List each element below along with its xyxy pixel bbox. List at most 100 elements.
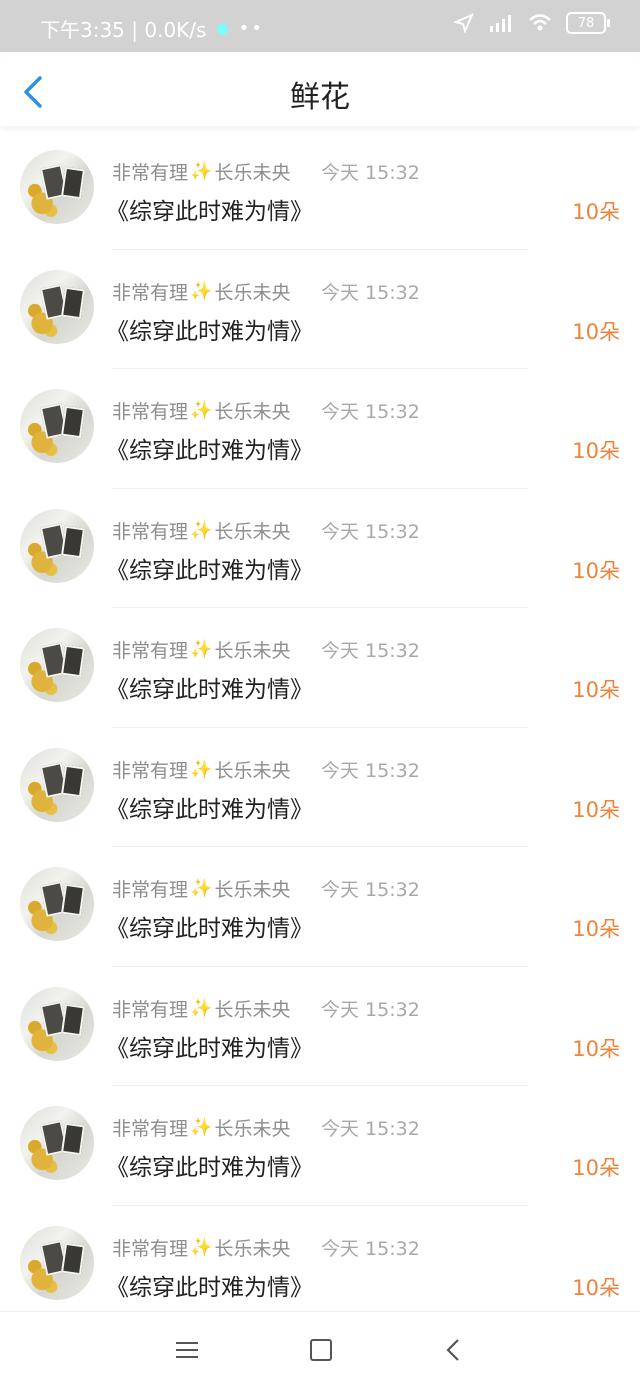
flower-count: 10朵 xyxy=(572,439,620,463)
list-item[interactable]: 非常有理 ✨ 长乐未央 今天 15:32 《综穿此时难为情》 10朵 xyxy=(0,728,640,847)
sender-name-part1: 非常有理 xyxy=(112,1237,189,1260)
sender-name: 非常有理 ✨ 长乐未央 xyxy=(112,397,290,424)
home-icon[interactable] xyxy=(310,1339,332,1361)
sender-name: 非常有理 ✨ 长乐未央 xyxy=(112,756,290,783)
list-item[interactable]: 非常有理 ✨ 长乐未央 今天 15:32 《综穿此时难为情》 10朵 xyxy=(0,250,640,369)
sender-name-part1: 非常有理 xyxy=(112,998,189,1021)
book-title: 《综穿此时难为情》 xyxy=(106,916,313,942)
status-dots: •• xyxy=(238,18,264,39)
sparkle-icon: ✨ xyxy=(190,280,213,302)
list-item[interactable]: 非常有理 ✨ 长乐未央 今天 15:32 《综穿此时难为情》 10朵 xyxy=(0,967,640,1086)
wifi-icon xyxy=(529,14,551,31)
sparkle-icon: ✨ xyxy=(190,758,213,780)
status-bar: 下午3:35 | 0.0K/s ● •• 78 xyxy=(0,0,640,52)
flower-count: 10朵 xyxy=(572,558,620,583)
status-time-speed: 下午3:35 | 0.0K/s xyxy=(40,18,207,42)
location-icon xyxy=(454,13,474,33)
nav-back-icon[interactable] xyxy=(446,1338,460,1362)
timestamp: 今天 15:32 xyxy=(321,879,420,901)
flower-count: 10朵 xyxy=(572,678,620,702)
menu-icon[interactable] xyxy=(176,1341,198,1359)
book-title: 《综穿此时难为情》 xyxy=(106,1155,313,1181)
sparkle-icon: ✨ xyxy=(190,639,213,660)
avatar[interactable] xyxy=(20,269,94,344)
sparkle-icon: ✨ xyxy=(190,878,213,899)
sender-name-part1: 非常有理 xyxy=(112,520,189,543)
book-title: 《综穿此时难为情》 xyxy=(106,318,313,345)
book-title: 《综穿此时难为情》 xyxy=(106,1035,313,1062)
list-item[interactable]: 非常有理 ✨ 长乐未央 今天 15:32 《综穿此时难为情》 10朵 xyxy=(0,608,640,728)
avatar[interactable] xyxy=(20,389,94,463)
timestamp: 今天 15:32 xyxy=(321,640,420,662)
header-bar: 鲜花 xyxy=(0,52,640,126)
avatar[interactable] xyxy=(20,1106,94,1180)
sender-name-part1: 非常有理 xyxy=(112,281,189,304)
sender-name: 非常有理 ✨ 长乐未央 xyxy=(112,1114,290,1141)
flower-count: 10朵 xyxy=(572,917,620,941)
sender-name: 非常有理 ✨ 长乐未央 xyxy=(112,278,290,305)
timestamp: 今天 15:32 xyxy=(321,520,420,543)
system-nav-bar xyxy=(0,1311,640,1388)
sparkle-icon: ✨ xyxy=(190,519,213,541)
book-title: 《综穿此时难为情》 xyxy=(106,1274,313,1301)
sender-name-part1: 非常有理 xyxy=(112,1118,189,1140)
sender-name: 非常有理 ✨ 长乐未央 xyxy=(112,158,290,185)
flower-count: 10朵 xyxy=(572,1036,620,1061)
sparkle-icon: ✨ xyxy=(190,1236,213,1258)
timestamp: 今天 15:32 xyxy=(321,1237,420,1260)
avatar[interactable] xyxy=(20,508,94,583)
sender-name: 非常有理 ✨ 长乐未央 xyxy=(112,636,290,663)
avatar[interactable] xyxy=(20,150,94,224)
flower-count: 10朵 xyxy=(572,1275,620,1300)
timestamp: 今天 15:32 xyxy=(321,281,420,304)
sparkle-icon: ✨ xyxy=(190,1117,213,1138)
book-title: 《综穿此时难为情》 xyxy=(106,438,313,464)
signal-icon xyxy=(490,15,511,32)
sender-name-part2: 长乐未央 xyxy=(214,1118,291,1140)
sparkle-icon: ✨ xyxy=(190,997,213,1019)
sender-name-part2: 长乐未央 xyxy=(214,1237,291,1260)
sender-name: 非常有理 ✨ 长乐未央 xyxy=(112,1234,290,1261)
timestamp: 今天 15:32 xyxy=(321,1118,420,1140)
book-title: 《综穿此时难为情》 xyxy=(106,557,313,584)
sender-name-part2: 长乐未央 xyxy=(214,520,291,543)
list-item[interactable]: 非常有理 ✨ 长乐未央 今天 15:32 《综穿此时难为情》 10朵 xyxy=(0,847,640,967)
sender-name-part2: 长乐未央 xyxy=(214,759,291,782)
sender-name-part2: 长乐未央 xyxy=(214,998,291,1021)
sender-name: 非常有理 ✨ 长乐未央 xyxy=(112,875,290,902)
avatar[interactable] xyxy=(20,747,94,822)
list-item[interactable]: 非常有理 ✨ 长乐未央 今天 15:32 《综穿此时难为情》 10朵 xyxy=(0,1086,640,1206)
timestamp: 今天 15:32 xyxy=(321,401,420,423)
page-title: 鲜花 xyxy=(290,80,350,115)
avatar[interactable] xyxy=(20,1225,94,1300)
sparkle-icon: ✨ xyxy=(190,400,213,421)
sender-name-part2: 长乐未央 xyxy=(214,879,291,901)
list-item[interactable]: 非常有理 ✨ 长乐未央 今天 15:32 《综穿此时难为情》 10朵 xyxy=(0,1206,640,1325)
battery-level: 78 xyxy=(577,15,595,31)
list-item[interactable]: 非常有理 ✨ 长乐未央 今天 15:32 《综穿此时难为情》 10朵 xyxy=(0,489,640,608)
sender-name-part2: 长乐未央 xyxy=(214,401,291,423)
flower-count: 10朵 xyxy=(572,797,620,822)
book-title: 《综穿此时难为情》 xyxy=(106,677,313,703)
battery-icon: 78 xyxy=(566,12,610,34)
flower-count: 10朵 xyxy=(572,1156,620,1180)
sender-name: 非常有理 ✨ 长乐未央 xyxy=(112,995,290,1022)
sender-name-part1: 非常有理 xyxy=(112,401,189,423)
avatar[interactable] xyxy=(20,867,94,941)
sender-name-part1: 非常有理 xyxy=(112,759,189,782)
avatar[interactable] xyxy=(20,628,94,702)
status-left: 下午3:35 | 0.0K/s ● •• xyxy=(40,14,264,43)
avatar[interactable] xyxy=(20,986,94,1061)
list-item[interactable]: 非常有理 ✨ 长乐未央 今天 15:32 《综穿此时难为情》 10朵 xyxy=(0,369,640,489)
sender-name-part1: 非常有理 xyxy=(112,640,189,662)
sender-name-part1: 非常有理 xyxy=(112,879,189,901)
timestamp: 今天 15:32 xyxy=(321,162,420,184)
timestamp: 今天 15:32 xyxy=(321,998,420,1021)
sender-name-part1: 非常有理 xyxy=(112,162,189,184)
status-right: 78 xyxy=(454,12,610,34)
sender-name: 非常有理 ✨ 长乐未央 xyxy=(112,517,290,544)
book-title: 《综穿此时难为情》 xyxy=(106,199,313,225)
book-title: 《综穿此时难为情》 xyxy=(106,796,313,823)
list-item[interactable]: 非常有理 ✨ 长乐未央 今天 15:32 《综穿此时难为情》 10朵 xyxy=(0,130,640,250)
sender-name-part2: 长乐未央 xyxy=(214,640,291,662)
